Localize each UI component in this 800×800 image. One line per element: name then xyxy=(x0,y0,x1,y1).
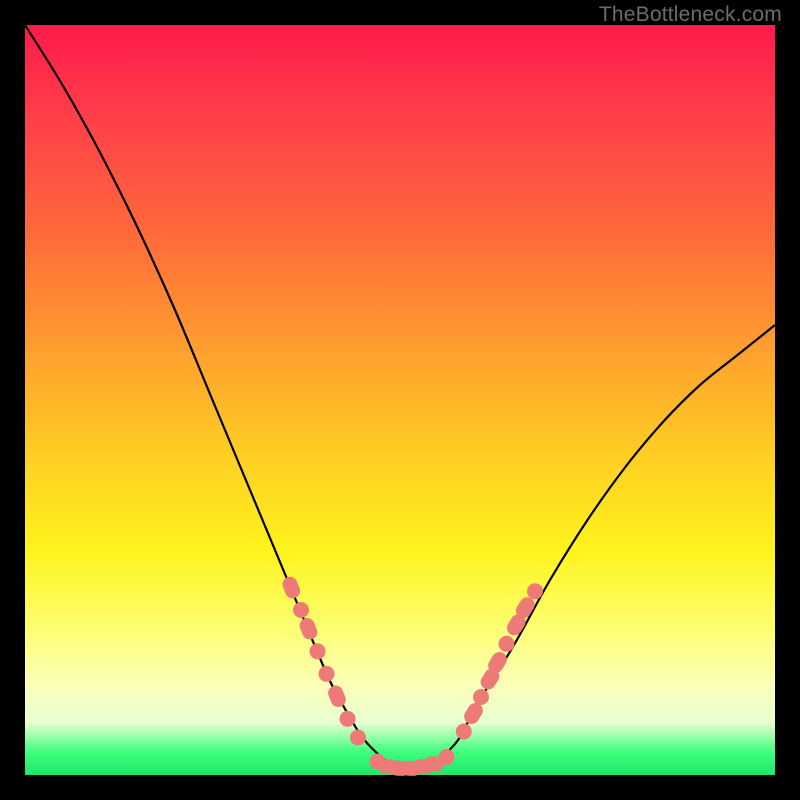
bead xyxy=(319,666,335,682)
bead xyxy=(310,643,326,659)
chart-frame: TheBottleneck.com xyxy=(0,0,800,800)
bead xyxy=(350,730,366,746)
bead xyxy=(439,749,455,765)
bead xyxy=(456,724,472,740)
bead xyxy=(499,636,515,652)
bead xyxy=(340,711,356,727)
curve-svg xyxy=(25,25,775,775)
curve-beads xyxy=(280,575,543,777)
bead-elong xyxy=(326,683,348,709)
bead xyxy=(293,602,309,618)
bottleneck-curve xyxy=(25,25,775,768)
plot-area xyxy=(25,25,775,775)
watermark-text: TheBottleneck.com xyxy=(599,3,782,27)
bead-elong xyxy=(280,575,302,601)
bead-elong xyxy=(297,616,319,642)
bead xyxy=(473,689,489,705)
bead xyxy=(527,583,543,599)
